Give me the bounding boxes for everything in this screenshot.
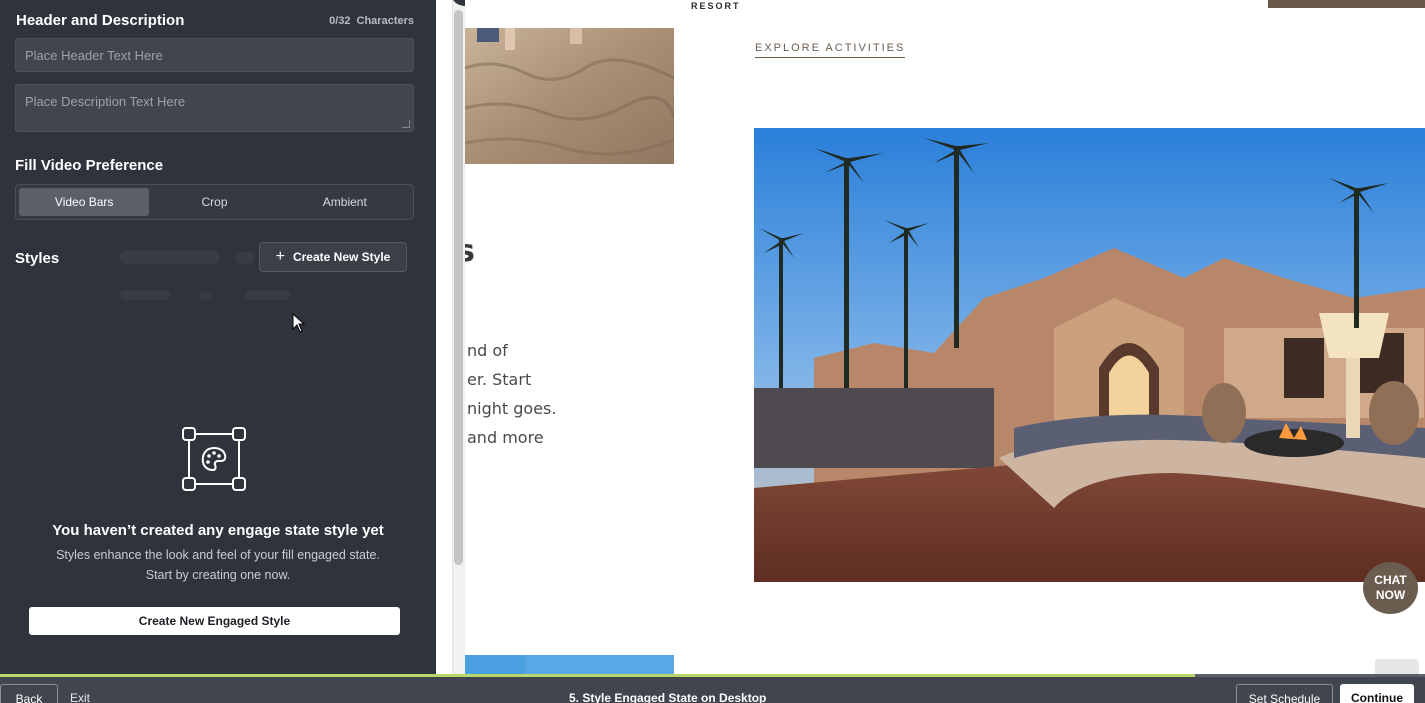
header-text-input[interactable]: Place Header Text Here [15, 38, 414, 72]
char-label: Characters [356, 14, 414, 27]
book-now-button[interactable] [1268, 0, 1425, 8]
explore-activities-link[interactable]: EXPLORE ACTIVITIES [755, 42, 906, 58]
sand-beach-image [465, 28, 674, 164]
resize-grip-icon[interactable] [402, 120, 410, 128]
chat-label-2: NOW [1375, 588, 1406, 602]
resort-logo-text: RESORT [691, 1, 741, 11]
chat-label-1: CHAT [1374, 573, 1407, 587]
wizard-bottom-bar: Back Exit 5. Style Engaged State on Desk… [0, 677, 1425, 703]
fill-video-title: Fill Video Preference [15, 157, 164, 174]
header-placeholder: Place Header Text Here [25, 48, 163, 63]
fill-option-video-bars[interactable]: Video Bars [19, 188, 150, 216]
style-editor-panel: Header and Description 0/32 Characters Pl… [0, 0, 436, 675]
plus-icon: + [275, 248, 285, 265]
loading-placeholder [245, 290, 290, 300]
resort-courtyard-image [754, 128, 1425, 582]
chat-now-button[interactable]: CHAT NOW [1363, 562, 1418, 614]
loading-placeholder [120, 250, 220, 264]
empty-state-description-2: Start by creating one now. [145, 568, 291, 582]
body-text-line: night goes. [467, 399, 557, 418]
description-placeholder: Place Description Text Here [25, 94, 186, 109]
fill-option-crop[interactable]: Crop [149, 188, 279, 216]
create-new-engaged-style-button[interactable]: Create New Engaged Style [29, 607, 400, 635]
character-counter: 0/32 Characters [329, 15, 414, 27]
body-text-line: er. Start [467, 370, 532, 389]
empty-state-title: You haven’t created any engage state sty… [52, 522, 384, 539]
step-title: 5. Style Engaged State on Desktop [569, 691, 767, 703]
website-preview: s nd of er. Start night goes. and more R… [465, 0, 1425, 675]
palette-icon [182, 427, 246, 491]
section-heading-fragment: s [465, 234, 475, 269]
set-schedule-button[interactable]: Set Schedule [1236, 684, 1333, 703]
fill-option-ambient[interactable]: Ambient [280, 188, 410, 216]
app-root: Header and Description 0/32 Characters Pl… [0, 0, 1425, 703]
body-text-line: and more [467, 428, 544, 447]
continue-button[interactable]: Continue [1340, 684, 1414, 703]
empty-state-description: Styles enhance the look and feel of your… [56, 548, 380, 562]
create-new-style-button[interactable]: + Create New Style [259, 242, 407, 272]
cursor-icon [292, 313, 306, 333]
loading-placeholder [235, 252, 255, 264]
description-text-input[interactable]: Place Description Text Here [15, 84, 414, 132]
loading-placeholder [200, 292, 212, 300]
ocean-image [465, 655, 674, 675]
preview-scrollbar-thumb[interactable] [454, 10, 463, 565]
styles-title: Styles [15, 250, 60, 267]
back-button[interactable]: Back [0, 684, 58, 703]
char-count: 0/32 [329, 14, 351, 27]
header-description-row: Header and Description 0/32 Characters [16, 12, 414, 29]
scroll-top-button[interactable] [1375, 659, 1419, 675]
exit-link[interactable]: Exit [70, 691, 90, 703]
loading-placeholder [120, 290, 170, 300]
header-description-title: Header and Description [16, 12, 185, 29]
body-text-line: nd of [467, 341, 508, 360]
fill-video-segmented-control: Video Bars Crop Ambient [15, 184, 414, 220]
create-new-style-label: Create New Style [292, 250, 391, 264]
